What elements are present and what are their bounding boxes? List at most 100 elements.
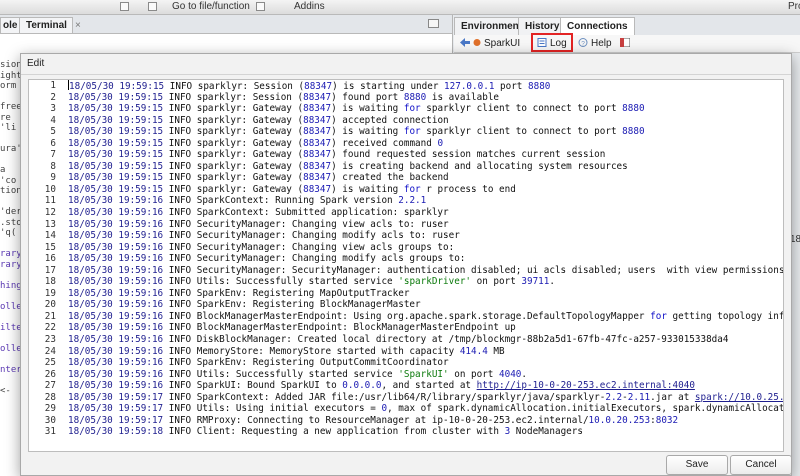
log-timestamp: 18/05/30 19:59:16	[68, 345, 164, 357]
log-line: 24 18/05/30 19:59:16 INFO MemoryStore: Me…	[29, 346, 783, 358]
log-text: 18/05/30 19:59:15 INFO sparklyr: Gateway…	[68, 114, 449, 126]
log-lines: 1 18/05/30 19:59:15 INFO sparklyr: Sessio…	[29, 80, 783, 438]
console-line: orm	[0, 81, 17, 91]
log-timestamp: 18/05/30 19:59:16	[68, 241, 164, 253]
log-timestamp: 18/05/30 19:59:15	[68, 103, 164, 115]
log-timestamp: 18/05/30 19:59:17	[68, 391, 164, 403]
log-text: 18/05/30 19:59:17 INFO SparkContext: Add…	[68, 391, 784, 403]
line-number: 19	[44, 287, 56, 299]
cancel-button[interactable]: Cancel	[730, 455, 792, 475]
log-editor[interactable]: 1 18/05/30 19:59:15 INFO sparklyr: Sessio…	[28, 79, 784, 452]
line-number: 9	[50, 172, 56, 184]
log-text: 18/05/30 19:59:16 INFO SecurityManager: …	[68, 230, 460, 242]
log-line: 1 18/05/30 19:59:15 INFO sparklyr: Sessio…	[29, 80, 783, 92]
line-number: 8	[50, 160, 56, 172]
go-to-file-icon[interactable]	[148, 2, 157, 11]
log-timestamp: 18/05/30 19:59:17	[68, 403, 164, 415]
line-number: 18	[44, 276, 56, 288]
log-timestamp: 18/05/30 19:59:16	[68, 195, 164, 207]
addins-menu[interactable]: Addins	[294, 0, 325, 13]
line-number: 1	[50, 80, 56, 91]
log-line: 6 18/05/30 19:59:15 INFO sparklyr: Gatewa…	[29, 138, 783, 150]
log-line: 17 18/05/30 19:59:16 INFO SecurityManager…	[29, 265, 783, 277]
table-icon[interactable]	[620, 38, 630, 47]
log-timestamp: 18/05/30 19:59:16	[68, 368, 164, 380]
tab-terminal[interactable]: Terminal ×	[19, 17, 81, 33]
log-line: 26 18/05/30 19:59:16 INFO Utils: Successf…	[29, 369, 783, 381]
line-number: 26	[44, 368, 56, 380]
log-timestamp: 18/05/30 19:59:18	[68, 426, 164, 438]
log-line: 13 18/05/30 19:59:16 INFO SecurityManager…	[29, 219, 783, 231]
log-timestamp: 18/05/30 19:59:15	[68, 149, 164, 161]
grid-icon[interactable]	[256, 2, 265, 11]
line-number: 5	[50, 126, 56, 138]
console-line: rary	[0, 259, 20, 270]
go-back-icon[interactable]	[120, 2, 129, 11]
line-number: 21	[44, 310, 56, 322]
log-timestamp: 18/05/30 19:59:16	[68, 299, 164, 311]
log-text: 18/05/30 19:59:16 INFO BlockManagerMaste…	[68, 322, 516, 334]
log-timestamp: 18/05/30 19:59:17	[68, 414, 164, 426]
line-number: 11	[44, 195, 56, 207]
console-line: olle	[0, 343, 20, 354]
left-pane-tabs: ole Terminal ×	[0, 15, 452, 34]
console-line: <- s	[0, 385, 11, 396]
line-number: 29	[44, 403, 56, 415]
dialog-titlebar: Edit	[21, 54, 791, 75]
console-line: 'q(	[0, 228, 17, 238]
log-timestamp: 18/05/30 19:59:16	[68, 310, 164, 322]
maximize-pane-icon[interactable]	[428, 19, 439, 28]
spark-icon	[473, 39, 481, 46]
log-text: 18/05/30 19:59:15 INFO sparklyr: Gateway…	[68, 137, 444, 149]
console-line: tion	[0, 186, 20, 196]
log-timestamp: 18/05/30 19:59:16	[68, 253, 164, 265]
console-line: olle	[0, 301, 20, 312]
log-timestamp: 18/05/30 19:59:16	[68, 218, 164, 230]
project-menu[interactable]: Pro	[788, 0, 800, 13]
line-number: 15	[44, 241, 56, 253]
log-line: 14 18/05/30 19:59:16 INFO SecurityManager…	[29, 230, 783, 242]
log-timestamp: 18/05/30 19:59:15	[68, 183, 164, 195]
tab-console[interactable]: ole	[0, 17, 20, 33]
log-timestamp: 18/05/30 19:59:15	[68, 114, 164, 126]
console-line: sion	[0, 60, 20, 70]
back-arrow-icon[interactable]	[460, 38, 470, 47]
console-line: 'li	[0, 123, 17, 133]
log-timestamp: 18/05/30 19:59:15	[68, 91, 164, 103]
log-text: 18/05/30 19:59:16 INFO DiskBlockManager:…	[68, 334, 729, 346]
log-text: 18/05/30 19:59:15 INFO sparklyr: Gateway…	[68, 172, 449, 184]
console-line: 'co	[0, 175, 17, 186]
log-timestamp: 18/05/30 19:59:16	[68, 287, 164, 299]
log-text: 18/05/30 19:59:17 INFO RMProxy: Connecti…	[68, 414, 679, 426]
log-timestamp: 18/05/30 19:59:15	[68, 160, 164, 172]
save-button[interactable]: Save	[666, 455, 728, 475]
help-button[interactable]: Help	[591, 36, 612, 51]
line-number: 10	[44, 183, 56, 195]
log-line: 12 18/05/30 19:59:16 INFO SparkContext: S…	[29, 207, 783, 219]
log-text: 18/05/30 19:59:15 INFO sparklyr: Gateway…	[68, 160, 628, 172]
console-line: hing	[0, 280, 20, 291]
console-line: re w	[0, 112, 11, 123]
sparkui-button[interactable]: SparkUI	[484, 36, 520, 51]
log-button-highlight	[531, 33, 573, 52]
go-to-file-input[interactable]: Go to file/function	[172, 0, 250, 13]
console-line: ight	[0, 70, 20, 81]
line-number: 13	[44, 218, 56, 230]
log-text: 18/05/30 19:59:16 INFO Utils: Successful…	[68, 276, 555, 288]
close-icon[interactable]: ×	[75, 20, 81, 31]
help-icon: ?	[578, 38, 588, 47]
console-output: sionightorm freere w'li ura' a co'cotion 'de…	[0, 60, 20, 396]
log-line: 10 18/05/30 19:59:15 INFO sparklyr: Gatew…	[29, 184, 783, 196]
line-number: 6	[50, 137, 56, 149]
edit-dialog: Edit 1 18/05/30 19:59:15 INFO sparklyr: S…	[20, 53, 792, 476]
log-line: 3 18/05/30 19:59:15 INFO sparklyr: Gatewa…	[29, 103, 783, 115]
log-line: 29 18/05/30 19:59:17 INFO Utils: Using in…	[29, 403, 783, 415]
console-line: .sto	[0, 217, 20, 228]
connections-toolbar: SparkUI Log ? Help	[454, 35, 800, 53]
